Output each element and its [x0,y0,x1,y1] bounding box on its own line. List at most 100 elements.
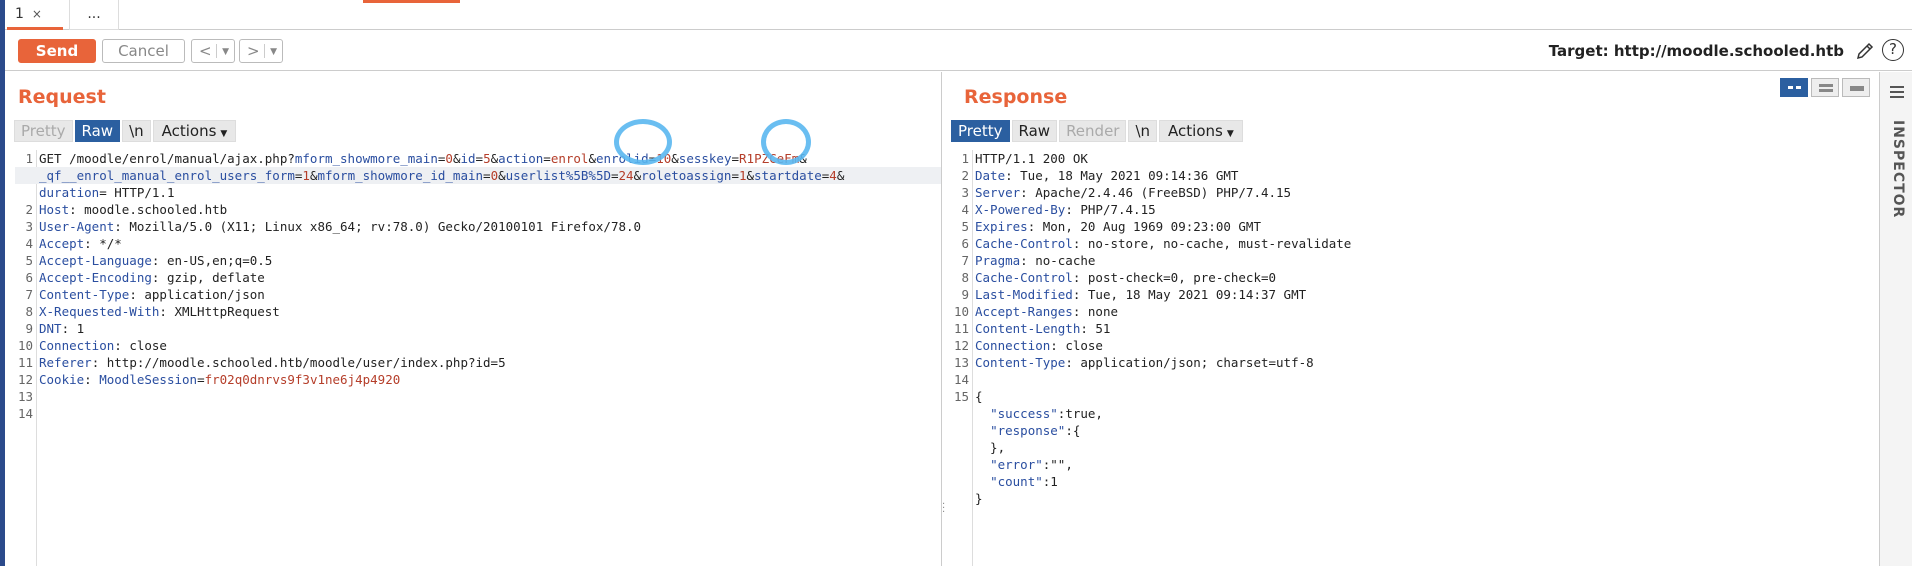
line-text: _qf__enrol_manual_enrol_users_form=1&mfo… [39,168,845,183]
annotation-circle [761,119,811,165]
chevron-down-icon: ▼ [1226,129,1234,139]
code-line[interactable]: "response":{ [951,422,1878,439]
newline-button[interactable]: \n [122,120,151,142]
line-text: "error":"", [990,457,1073,472]
line-text: Connection: close [39,338,167,353]
code-line[interactable]: 9 Last-Modified: Tue, 18 May 2021 09:14:3… [951,286,1878,303]
code-line[interactable]: 3 Server: Apache/2.4.46 (FreeBSD) PHP/7.4… [951,184,1878,201]
code-line[interactable]: 15 { [951,388,1878,405]
toolbar: Send Cancel < ▼ > ▼ Target: http://moodl… [5,30,1912,71]
send-button[interactable]: Send [18,39,96,63]
line-number: 7 [25,287,33,302]
forward-button[interactable]: > ▼ [239,39,283,63]
back-icon: < [199,42,212,60]
inspector-panel[interactable]: INSPECTOR [1879,72,1912,566]
back-button[interactable]: < ▼ [191,39,235,63]
raw-button[interactable]: Raw [1011,120,1058,142]
line-text: "count":1 [990,474,1058,489]
raw-button[interactable]: Raw [74,120,121,142]
actions-button[interactable]: Actions ▼ [152,120,237,142]
line-number: 5 [961,219,969,234]
code-line[interactable]: 10 Connection: close [15,337,941,354]
code-line[interactable]: 5 Accept-Language: en-US,en;q=0.5 [15,252,941,269]
code-line[interactable]: 8 Cache-Control: post-check=0, pre-check=… [951,269,1878,286]
code-line[interactable]: 2 Date: Tue, 18 May 2021 09:14:36 GMT [951,167,1878,184]
line-number: 13 [953,355,969,370]
code-line[interactable]: 13 [15,388,941,405]
chevron-down-icon: ▼ [222,47,229,57]
tab-label: 1 [15,6,24,22]
code-line[interactable]: 6 Accept-Encoding: gzip, deflate [15,269,941,286]
forward-icon: > [247,42,260,60]
line-number: 11 [953,321,969,336]
response-editor[interactable]: 1 HTTP/1.1 200 OK 2 Date: Tue, 18 May 2021 … [951,150,1878,566]
line-text: Expires: Mon, 20 Aug 1969 09:23:00 GMT [975,219,1261,234]
line-text: Accept-Language: en-US,en;q=0.5 [39,253,273,268]
line-number: 12 [953,338,969,353]
code-line[interactable]: 11 Referer: http://moodle.schooled.htb/mo… [15,354,941,371]
tab-1[interactable]: 1 × [7,0,63,30]
code-line[interactable]: 14 [951,371,1878,388]
code-line[interactable]: 7 Content-Type: application/json [15,286,941,303]
target-label[interactable]: Target: http://moodle.schooled.htb [1549,42,1844,60]
code-line[interactable]: "error":"", [951,456,1878,473]
request-editor[interactable]: 1 GET /moodle/enrol/manual/ajax.php?mform… [15,150,941,566]
stacked-view-icon[interactable] [1811,78,1839,97]
annotation-circle [614,119,672,165]
code-line[interactable]: 7 Pragma: no-cache [951,252,1878,269]
code-line[interactable]: }, [951,439,1878,456]
active-indicator [363,0,460,3]
code-line[interactable]: 6 Cache-Control: no-store, no-cache, must… [951,235,1878,252]
line-number: 6 [961,236,969,251]
line-text: Accept-Ranges: none [975,304,1118,319]
code-line[interactable]: 12 Cookie: MoodleSession=fr02q0dnrvs9f3v1… [15,371,941,388]
line-text: DNT: 1 [39,321,85,336]
line-text: Content-Length: 51 [975,321,1111,336]
single-view-icon[interactable] [1842,78,1870,97]
line-text: Content-Type: application/json; charset=… [975,355,1314,370]
code-line[interactable]: 3 User-Agent: Mozilla/5.0 (X11; Linux x86… [15,218,941,235]
code-line[interactable]: 14 [15,405,941,422]
code-line[interactable]: 13 Content-Type: application/json; charse… [951,354,1878,371]
line-number: 6 [25,270,33,285]
code-line[interactable]: "count":1 [951,473,1878,490]
line-number: 3 [961,185,969,200]
code-line[interactable]: 2 Host: moodle.schooled.htb [15,201,941,218]
code-line[interactable]: 9 DNT: 1 [15,320,941,337]
line-number: 8 [25,304,33,319]
code-line[interactable]: _qf__enrol_manual_enrol_users_form=1&mfo… [15,167,941,184]
pretty-button[interactable]: Pretty [14,120,73,142]
code-line[interactable]: 5 Expires: Mon, 20 Aug 1969 09:23:00 GMT [951,218,1878,235]
code-line[interactable]: "success":true, [951,405,1878,422]
line-number: 5 [25,253,33,268]
line-number: 4 [25,236,33,251]
help-icon[interactable]: ? [1882,39,1904,61]
code-line[interactable]: duration= HTTP/1.1 [15,184,941,201]
line-number: 15 [953,389,969,404]
close-icon[interactable]: × [32,7,42,21]
code-line[interactable]: 1 HTTP/1.1 200 OK [951,150,1878,167]
code-line[interactable]: 8 X-Requested-With: XMLHttpRequest [15,303,941,320]
line-number: 1 [961,151,969,166]
line-text: { [975,389,983,404]
line-number: 3 [25,219,33,234]
code-line[interactable]: 4 Accept: */* [15,235,941,252]
code-line[interactable]: 10 Accept-Ranges: none [951,303,1878,320]
tab-more[interactable]: ... [69,0,119,30]
menu-icon[interactable] [1890,86,1904,101]
code-line[interactable]: 12 Connection: close [951,337,1878,354]
line-number: 13 [17,389,33,404]
line-text: Accept-Encoding: gzip, deflate [39,270,265,285]
chevron-down-icon: ▼ [220,129,228,139]
split-view-icon[interactable] [1780,78,1808,97]
render-button[interactable]: Render [1059,120,1127,142]
cancel-button[interactable]: Cancel [102,39,185,63]
pane-splitter[interactable]: · · · [942,500,946,518]
newline-button[interactable]: \n [1128,120,1158,142]
actions-button[interactable]: Actions ▼ [1159,120,1243,142]
code-line[interactable]: 4 X-Powered-By: PHP/7.4.15 [951,201,1878,218]
code-line[interactable]: } [951,490,1878,507]
code-line[interactable]: 11 Content-Length: 51 [951,320,1878,337]
pretty-button[interactable]: Pretty [951,120,1010,142]
pencil-icon[interactable] [1854,40,1876,62]
